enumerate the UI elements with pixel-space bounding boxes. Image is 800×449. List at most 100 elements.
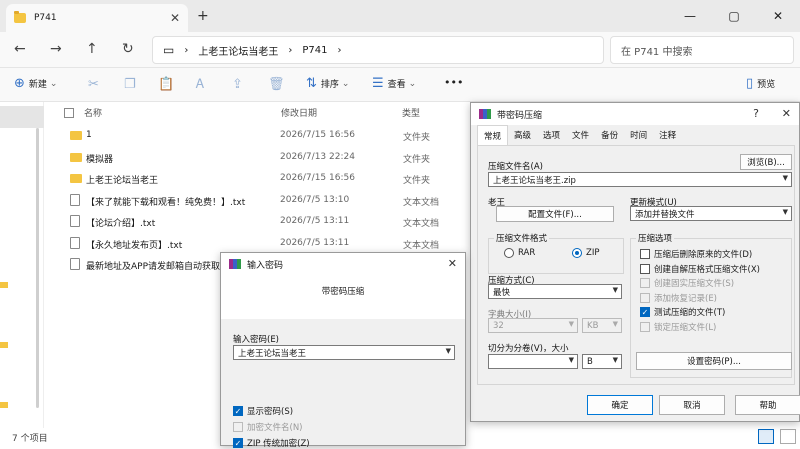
tab-3[interactable]: 文件	[566, 125, 595, 145]
back-arrow-icon[interactable]: ←	[14, 41, 26, 57]
file-date: 2026/7/15 16:56	[280, 130, 355, 140]
split-size-input[interactable]: ▼	[488, 354, 578, 369]
update-mode-select[interactable]: 添加并替换文件 ▼	[630, 206, 792, 221]
file-type: 文本文档	[403, 197, 440, 208]
sidebar-scrollbar[interactable]	[36, 128, 39, 408]
dict-unit-select: KB ▼	[582, 318, 622, 333]
minimize-button[interactable]: —	[668, 0, 712, 32]
file-name: 【来了就能下载和观看！纯免费！】.txt	[86, 197, 246, 208]
delete-icon[interactable]: 🗑	[268, 77, 285, 92]
copy-icon[interactable]: ❐	[124, 77, 136, 92]
tab-p741[interactable]: P741 ✕	[6, 4, 188, 32]
archive-name-label: 压缩文件名(A)	[488, 162, 543, 172]
table-row[interactable]: 【来了就能下载和观看！纯免费！】.txt 2026/7/5 13:10 文本文档	[70, 191, 490, 213]
tab-0[interactable]: 常规	[477, 125, 509, 145]
close-tab-icon[interactable]: ✕	[170, 11, 180, 25]
method-value: 最快	[493, 287, 511, 298]
address-bar[interactable]: ▭ › 上老王论坛当老王 › P741 ›	[152, 36, 604, 64]
dict-unit-value: KB	[587, 320, 599, 331]
tab-4[interactable]: 备份	[595, 125, 624, 145]
close-icon[interactable]: ✕	[448, 257, 457, 270]
text-file-icon	[70, 215, 80, 227]
breadcrumb-separator-icon: ›	[288, 44, 293, 56]
zip-legacy-checkbox[interactable]: ✓ ZIP 传统加密(Z)	[233, 437, 310, 449]
preview-button[interactable]: ▯ 预览	[746, 76, 775, 91]
new-tab-button[interactable]: +	[197, 8, 209, 24]
browse-button[interactable]: 浏览(B)...	[740, 154, 792, 170]
breadcrumb-item[interactable]: P741	[302, 45, 327, 56]
view-icon: ☰	[372, 76, 384, 91]
tab-2[interactable]: 选项	[537, 125, 566, 145]
help-button[interactable]: 帮助	[735, 395, 800, 415]
sidebar-selected-item[interactable]	[0, 106, 44, 128]
set-password-button[interactable]: 设置密码(P)...	[636, 352, 792, 370]
table-row[interactable]: 1 2026/7/15 16:56 文件夹	[70, 126, 490, 148]
tab-6[interactable]: 注释	[653, 125, 682, 145]
file-type: 文本文档	[403, 240, 440, 251]
close-window-button[interactable]: ✕	[756, 0, 800, 32]
sort-button[interactable]: ⇅ 排序 ⌄	[306, 76, 349, 91]
table-row[interactable]: 【论坛介绍】.txt 2026/7/5 13:11 文本文档	[70, 212, 490, 234]
option-checkbox[interactable]: 创建自解压格式压缩文件(X)	[640, 263, 760, 275]
option-checkbox[interactable]: ✓ 测试压缩的文件(T)	[640, 306, 725, 318]
up-arrow-icon[interactable]: ↑	[86, 41, 98, 57]
close-icon[interactable]: ✕	[782, 107, 791, 120]
view-button[interactable]: ☰ 查看 ⌄	[372, 76, 416, 91]
split-label: 切分为分卷(V)，大小	[488, 344, 569, 354]
tab-5[interactable]: 时间	[624, 125, 653, 145]
maximize-button[interactable]: ▢	[712, 0, 756, 32]
archive-dialog-title: 带密码压缩	[497, 110, 543, 121]
share-icon[interactable]: ⇪	[232, 77, 243, 92]
winrar-icon	[479, 109, 491, 119]
rename-icon[interactable]: Ꭺ	[196, 77, 205, 92]
new-button[interactable]: ⊕ 新建 ⌄	[14, 76, 57, 91]
breadcrumb-item[interactable]: 上老王论坛当老王	[198, 43, 278, 58]
file-type: 文本文档	[403, 219, 440, 229]
options-group-label: 压缩选项	[636, 232, 675, 244]
table-row[interactable]: 上老王论坛当老王 2026/7/15 16:56 文件夹	[70, 169, 490, 191]
forward-arrow-icon[interactable]: →	[50, 41, 62, 57]
file-name: 1	[86, 130, 92, 140]
column-header-type[interactable]: 类型	[402, 106, 420, 119]
tiles-view-icon[interactable]	[780, 429, 796, 444]
option-checkbox: 锁定压缩文件(L)	[640, 321, 716, 333]
chevron-down-icon: ▼	[568, 320, 574, 328]
chevron-down-icon: ⌄	[49, 78, 58, 89]
column-header-name[interactable]: 名称	[84, 106, 102, 119]
file-type: 文件夹	[403, 176, 431, 186]
more-options-button[interactable]: •••	[444, 76, 463, 89]
password-label: 输入密码(E)	[233, 335, 280, 345]
rar-radio[interactable]: RAR	[504, 248, 535, 258]
folder-icon	[0, 342, 8, 348]
select-all-checkbox[interactable]	[64, 108, 74, 118]
details-view-icon[interactable]	[758, 429, 774, 444]
file-type: 文件夹	[403, 154, 431, 165]
password-value: 上老王论坛当老王	[238, 348, 307, 359]
archive-dialog: 带密码压缩 ? ✕ 常规 高级 选项 文件 备份 时间 注释 压缩文件名(A) 浏览(B).…	[470, 102, 800, 422]
ok-button[interactable]: 确定	[587, 395, 653, 415]
column-header-date[interactable]: 修改日期	[281, 106, 317, 119]
cut-icon[interactable]: ✂	[88, 77, 99, 92]
search-input[interactable]: 在 P741 中搜索	[610, 36, 794, 64]
password-input[interactable]: 上老王论坛当老王 ▼	[233, 345, 455, 360]
tab-1[interactable]: 高级	[508, 125, 537, 145]
split-unit-select[interactable]: B ▼	[582, 354, 622, 369]
cancel-button[interactable]: 取消	[659, 395, 725, 415]
view-label: 查看	[387, 80, 406, 90]
option-checkbox[interactable]: 压缩后删除原来的文件(D)	[640, 248, 752, 260]
archive-dialog-titlebar: 带密码压缩	[471, 103, 799, 125]
text-file-icon	[70, 236, 80, 249]
file-date: 2026/7/5 13:11	[280, 237, 350, 248]
archive-name-input[interactable]: 上老王论坛当老王.zip ▼	[488, 172, 792, 187]
refresh-icon[interactable]: ↻	[122, 41, 134, 57]
paste-icon[interactable]: 📋	[158, 77, 174, 92]
show-password-checkbox[interactable]: ✓ 显示密码(S)	[233, 405, 293, 417]
help-icon[interactable]: ?	[753, 107, 759, 120]
file-name: 【永久地址发布页】.txt	[86, 240, 183, 251]
file-type: 文件夹	[403, 133, 431, 143]
method-select[interactable]: 最快 ▼	[488, 284, 622, 299]
config-profile-button[interactable]: 配置文件(F)...	[496, 206, 614, 222]
table-row[interactable]: 模拟器 2026/7/13 22:24 文件夹	[70, 148, 490, 170]
monitor-icon: ▭	[163, 43, 175, 57]
zip-radio[interactable]: ZIP	[572, 248, 599, 258]
